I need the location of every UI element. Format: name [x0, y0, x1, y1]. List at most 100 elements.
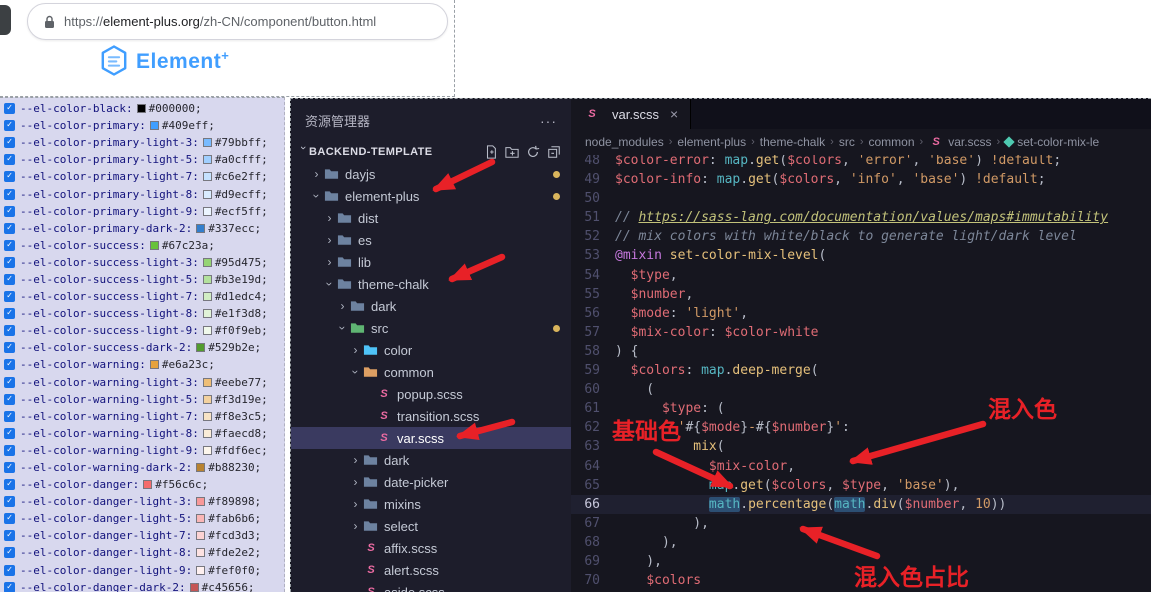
line-number[interactable]: 66: [571, 495, 615, 514]
checkbox[interactable]: ✓: [4, 513, 15, 525]
line-number[interactable]: 55: [571, 285, 615, 304]
workspace-section-header[interactable]: › BACKEND-TEMPLATE: [291, 141, 571, 163]
line-number[interactable]: 68: [571, 533, 615, 552]
breadcrumb-item-node_modules[interactable]: node_modules: [585, 135, 664, 149]
color-swatch[interactable]: [202, 394, 212, 404]
url-bar[interactable]: https://element-plus.org/zh-CN/component…: [27, 3, 448, 40]
code-line-64[interactable]: 64 $mix-color,: [571, 457, 1151, 476]
tree-item-element-plus[interactable]: › element-plus: [291, 185, 571, 207]
code-line-58[interactable]: 58) {: [571, 342, 1151, 361]
tree-item-mixins[interactable]: › mixins: [291, 493, 571, 515]
code-line-65[interactable]: 65 map.get($colors, $type, 'base'),: [571, 476, 1151, 495]
line-number[interactable]: 52: [571, 227, 615, 246]
tree-item-theme-chalk[interactable]: › theme-chalk: [291, 273, 571, 295]
code-line-49[interactable]: 49 $color-info: map.get($colors, 'info', …: [571, 170, 1151, 189]
checkbox[interactable]: ✓: [4, 239, 15, 251]
color-swatch[interactable]: [202, 155, 212, 165]
code-line-52[interactable]: 52// mix colors with white/black to gene…: [571, 227, 1151, 246]
tree-item-date-picker[interactable]: › date-picker: [291, 471, 571, 493]
line-number[interactable]: 67: [571, 514, 615, 533]
code-line-53[interactable]: 53 @mixin set-color-mix-level(: [571, 246, 1151, 265]
breadcrumb-item-set-color-mix-le[interactable]: set-color-mix-le: [1003, 135, 1099, 149]
color-swatch[interactable]: [196, 223, 206, 233]
line-number[interactable]: 50: [571, 189, 615, 208]
color-swatch[interactable]: [202, 377, 212, 387]
color-swatch[interactable]: [189, 582, 199, 592]
color-swatch[interactable]: [149, 360, 159, 370]
checkbox[interactable]: ✓: [4, 273, 15, 285]
checkbox[interactable]: ✓: [4, 188, 15, 200]
tree-item-src[interactable]: › src: [291, 317, 571, 339]
line-number[interactable]: 57: [571, 323, 615, 342]
checkbox[interactable]: ✓: [4, 342, 15, 354]
line-number[interactable]: 58: [571, 342, 615, 361]
tree-item-transition-scss[interactable]: ›Stransition.scss: [291, 405, 571, 427]
tree-item-lib[interactable]: › lib: [291, 251, 571, 273]
checkbox[interactable]: ✓: [4, 120, 15, 132]
tree-item-dayjs[interactable]: › dayjs: [291, 163, 571, 185]
checkbox[interactable]: ✓: [4, 308, 15, 320]
checkbox[interactable]: ✓: [4, 103, 15, 115]
code-line-63[interactable]: 63 mix(: [571, 437, 1151, 456]
color-swatch[interactable]: [202, 172, 212, 182]
line-number[interactable]: 53: [571, 246, 615, 265]
code-line-66[interactable]: 66 math.percentage(math.div($number, 10)…: [571, 494, 1151, 514]
tree-item-color[interactable]: › color: [291, 339, 571, 361]
line-number[interactable]: 64: [571, 457, 615, 476]
color-swatch[interactable]: [202, 445, 212, 455]
color-swatch[interactable]: [202, 411, 212, 421]
checkbox[interactable]: ✓: [4, 393, 15, 405]
color-swatch[interactable]: [202, 189, 212, 199]
line-number[interactable]: 54: [571, 266, 615, 285]
checkbox[interactable]: ✓: [4, 137, 15, 149]
new-file-icon[interactable]: [484, 145, 498, 159]
tab-var-scss[interactable]: S var.scss ×: [571, 99, 692, 129]
code-line-51[interactable]: 51// https://sass-lang.com/documentation…: [571, 208, 1151, 227]
code-line-59[interactable]: 59 $colors: map.deep-merge(: [571, 361, 1151, 380]
color-swatch[interactable]: [202, 309, 212, 319]
color-swatch[interactable]: [196, 548, 206, 558]
checkbox[interactable]: ✓: [4, 444, 15, 456]
checkbox[interactable]: ✓: [4, 462, 15, 474]
checkbox[interactable]: ✓: [4, 171, 15, 183]
color-swatch[interactable]: [143, 480, 153, 490]
checkbox[interactable]: ✓: [4, 376, 15, 388]
color-swatch[interactable]: [196, 463, 206, 473]
code-line-62[interactable]: 62 '#{$mode}-#{$number}':: [571, 418, 1151, 437]
color-swatch[interactable]: [149, 240, 159, 250]
checkbox[interactable]: ✓: [4, 496, 15, 508]
color-swatch[interactable]: [196, 497, 206, 507]
line-number[interactable]: 51: [571, 208, 615, 227]
code-line-60[interactable]: 60 (: [571, 380, 1151, 399]
tree-item-affix-scss[interactable]: ›Saffix.scss: [291, 537, 571, 559]
code-line-54[interactable]: 54 $type,: [571, 266, 1151, 285]
tree-item-select[interactable]: › select: [291, 515, 571, 537]
close-tab-icon[interactable]: ×: [670, 106, 678, 122]
color-swatch[interactable]: [136, 104, 146, 114]
code-line-69[interactable]: 69 ),: [571, 552, 1151, 571]
line-number[interactable]: 59: [571, 361, 615, 380]
checkbox[interactable]: ✓: [4, 479, 15, 491]
tree-item-popup-scss[interactable]: ›Spopup.scss: [291, 383, 571, 405]
color-swatch[interactable]: [196, 531, 206, 541]
color-swatch[interactable]: [202, 428, 212, 438]
line-number[interactable]: 70: [571, 571, 615, 590]
checkbox[interactable]: ✓: [4, 205, 15, 217]
checkbox[interactable]: ✓: [4, 581, 15, 592]
checkbox[interactable]: ✓: [4, 154, 15, 166]
line-number[interactable]: 65: [571, 476, 615, 495]
code-line-68[interactable]: 68 ),: [571, 533, 1151, 552]
color-swatch[interactable]: [202, 274, 212, 284]
tree-item-alert-scss[interactable]: ›Salert.scss: [291, 559, 571, 581]
checkbox[interactable]: ✓: [4, 427, 15, 439]
tree-item-dark[interactable]: › dark: [291, 449, 571, 471]
checkbox[interactable]: ✓: [4, 410, 15, 422]
color-swatch[interactable]: [202, 206, 212, 216]
line-number[interactable]: 63: [571, 437, 615, 456]
code-line-55[interactable]: 55 $number,: [571, 285, 1151, 304]
tree-item-var-scss[interactable]: ›Svar.scss: [291, 427, 571, 449]
checkbox[interactable]: ✓: [4, 564, 15, 576]
checkbox[interactable]: ✓: [4, 256, 15, 268]
tree-item-common[interactable]: › common: [291, 361, 571, 383]
color-swatch[interactable]: [196, 343, 206, 353]
